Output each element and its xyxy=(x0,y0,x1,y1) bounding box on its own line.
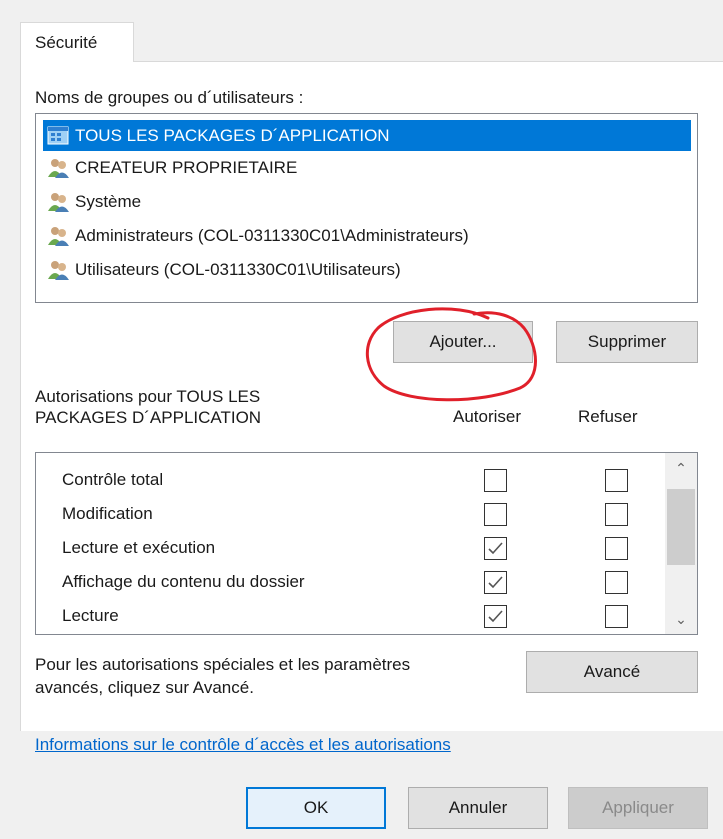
tab-label: Sécurité xyxy=(35,33,98,52)
deny-checkbox[interactable] xyxy=(605,469,628,492)
user-item-label: Administrateurs (COL-0311330C01\Administ… xyxy=(75,225,469,245)
deny-checkbox[interactable] xyxy=(605,537,628,560)
permission-name: Modification xyxy=(62,504,153,523)
permissions-scrollbar[interactable]: ⌃ ⌄ xyxy=(665,453,697,634)
user-item-label: TOUS LES PACKAGES D´APPLICATION xyxy=(75,125,390,145)
ok-button[interactable]: OK xyxy=(246,787,386,829)
deny-header: Refuser xyxy=(578,407,638,426)
permission-row: Contrôle total xyxy=(36,463,666,497)
permission-row: Affichage du contenu du dossier xyxy=(36,565,666,599)
tab-securite[interactable]: Sécurité xyxy=(20,22,134,62)
allow-checkbox[interactable] xyxy=(484,503,507,526)
permission-name: Affichage du contenu du dossier xyxy=(62,572,305,591)
permission-name: Lecture xyxy=(62,606,119,625)
permission-row: Modification xyxy=(36,497,666,531)
allow-checkbox[interactable] xyxy=(484,571,507,594)
users-label: Noms de groupes ou d´utilisateurs : xyxy=(35,88,304,107)
allow-header: Autoriser xyxy=(453,407,522,426)
user-group-icon xyxy=(48,226,69,246)
user-item-all-app-packages[interactable]: TOUS LES PACKAGES D´APPLICATION xyxy=(43,120,691,151)
user-group-icon xyxy=(48,192,69,212)
app-package-icon xyxy=(47,126,69,144)
permission-row: Lecture et exécution xyxy=(36,531,666,565)
access-control-info-link[interactable]: Informations sur le contrôle d´accès et … xyxy=(35,735,451,755)
check-icon xyxy=(488,576,503,589)
scroll-up-icon[interactable]: ⌃ xyxy=(665,453,697,483)
remove-button[interactable]: Supprimer xyxy=(556,321,698,363)
scroll-down-icon[interactable]: ⌄ xyxy=(665,604,697,634)
user-item-administrateurs[interactable]: Administrateurs (COL-0311330C01\Administ… xyxy=(43,220,691,251)
scrollbar-thumb[interactable] xyxy=(667,489,695,565)
allow-checkbox[interactable] xyxy=(484,469,507,492)
user-item-label: Utilisateurs (COL-0311330C01\Utilisateur… xyxy=(75,259,401,279)
deny-checkbox[interactable] xyxy=(605,503,628,526)
permission-name: Contrôle total xyxy=(62,470,164,489)
allow-checkbox[interactable] xyxy=(484,537,507,560)
advanced-text-line1: Pour les autorisations spéciales et les … xyxy=(35,655,411,674)
check-icon xyxy=(488,542,503,555)
permissions-list[interactable]: Contrôle total Modification Lecture et e… xyxy=(35,452,698,635)
user-group-icon xyxy=(48,260,69,280)
advanced-text-line2: avancés, cliquez sur Avancé. xyxy=(35,678,254,697)
annotation-circle xyxy=(365,307,537,402)
user-item-label: CREATEUR PROPRIETAIRE xyxy=(75,157,298,177)
permission-name: Lecture et exécution xyxy=(62,538,216,557)
user-group-icon xyxy=(48,158,69,178)
check-icon xyxy=(488,610,503,623)
apply-button[interactable]: Appliquer xyxy=(568,787,708,829)
deny-checkbox[interactable] xyxy=(605,571,628,594)
permissions-title-line1: Autorisations pour TOUS LES xyxy=(35,387,261,406)
users-listbox[interactable]: TOUS LES PACKAGES D´APPLICATION CREATEUR… xyxy=(35,113,698,303)
cancel-button[interactable]: Annuler xyxy=(408,787,548,829)
user-item-createur-proprietaire[interactable]: CREATEUR PROPRIETAIRE xyxy=(43,152,691,183)
permissions-title-line2: PACKAGES D´APPLICATION xyxy=(35,408,262,427)
advanced-button[interactable]: Avancé xyxy=(526,651,698,693)
permission-row: Lecture xyxy=(36,599,666,633)
deny-checkbox[interactable] xyxy=(605,605,628,628)
user-item-label: Système xyxy=(75,191,142,211)
allow-checkbox[interactable] xyxy=(484,605,507,628)
user-item-utilisateurs[interactable]: Utilisateurs (COL-0311330C01\Utilisateur… xyxy=(43,254,691,285)
user-item-systeme[interactable]: Système xyxy=(43,186,691,217)
